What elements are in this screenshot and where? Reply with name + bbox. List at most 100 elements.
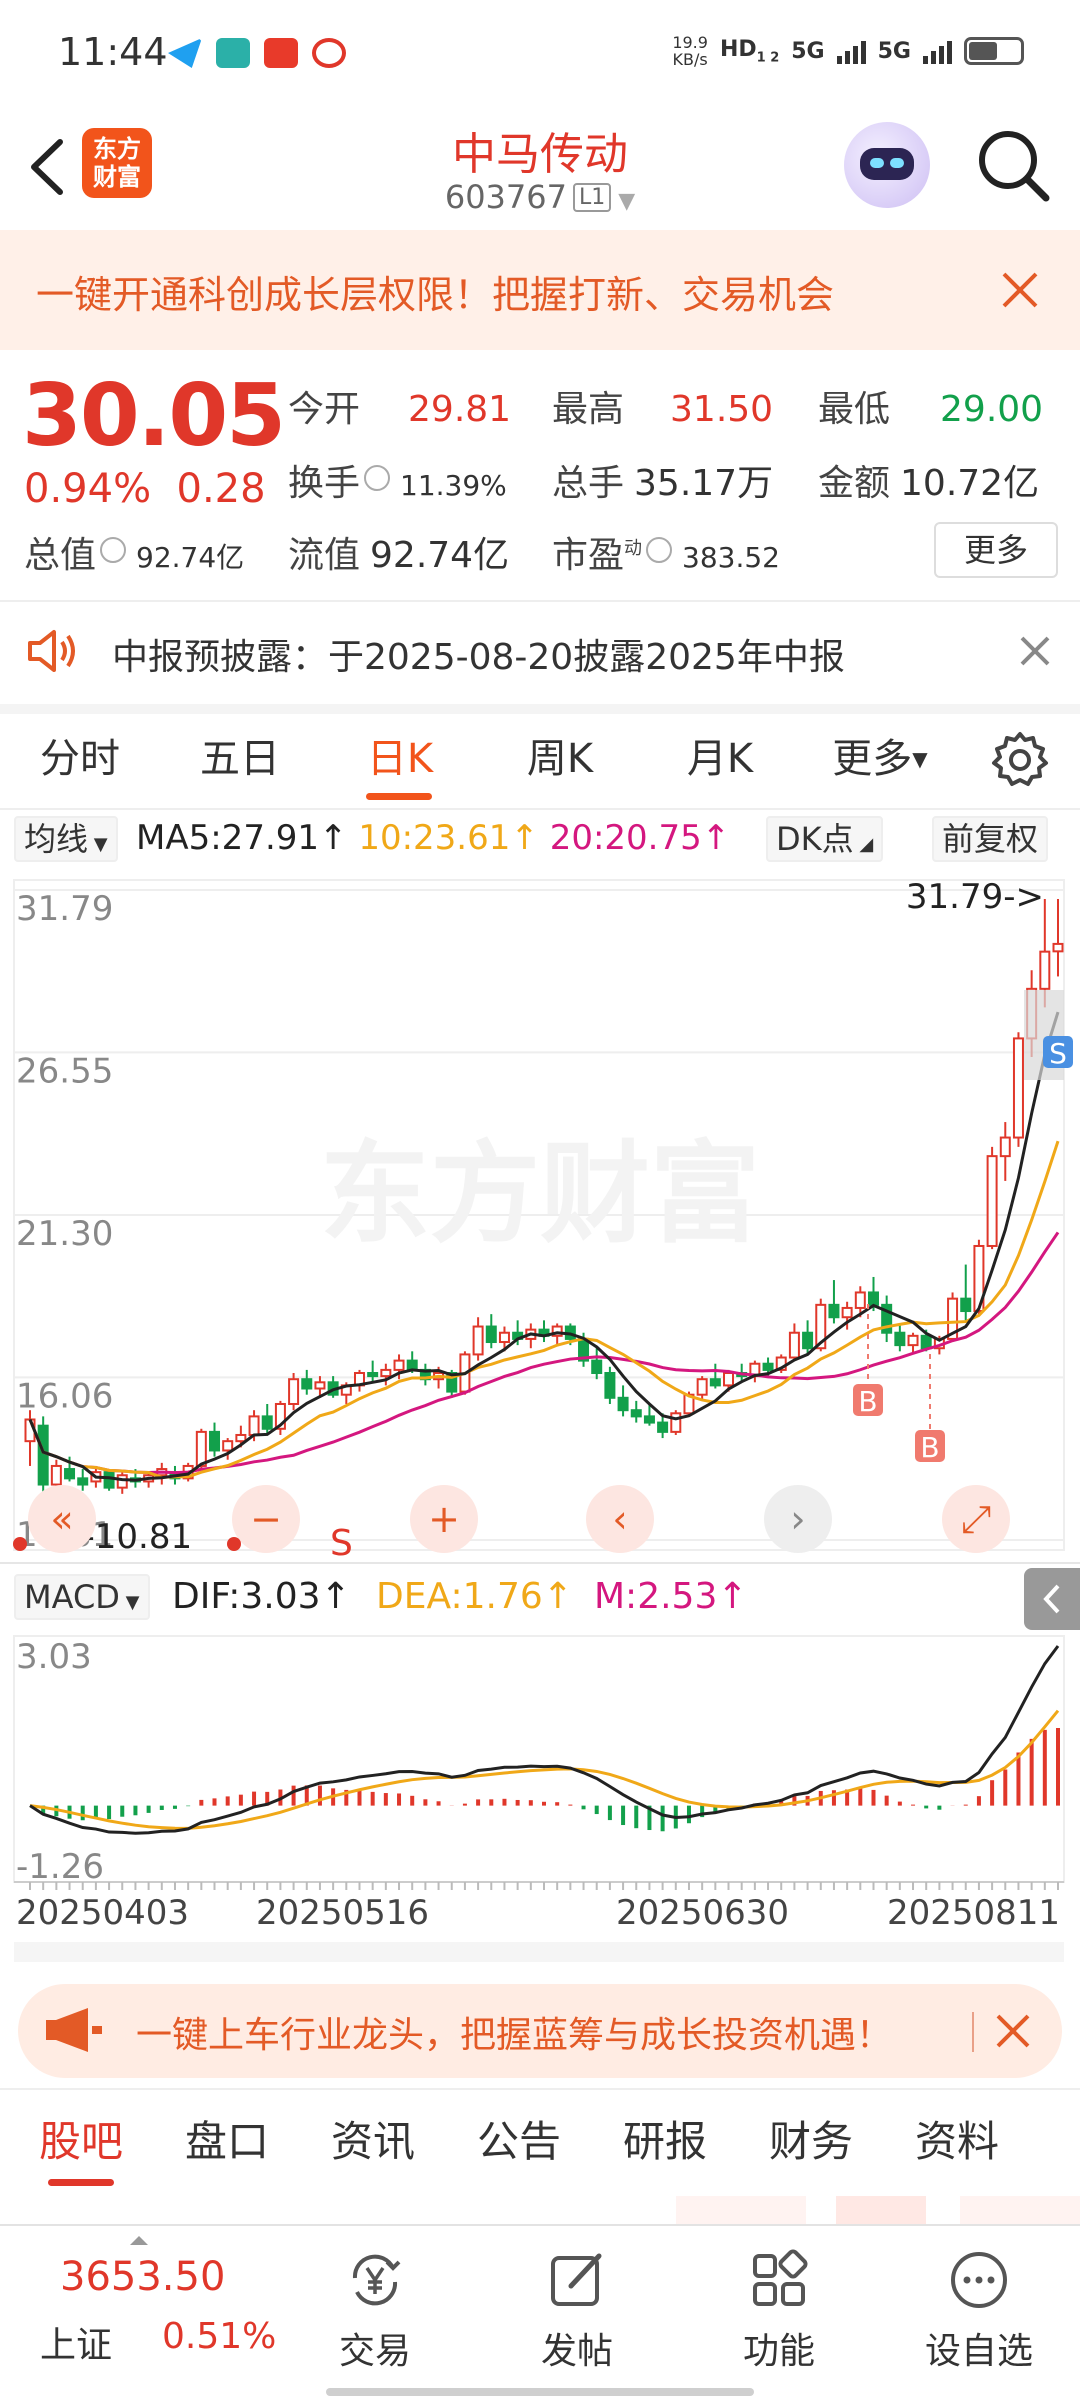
add-watchlist-button[interactable]: 设自选 [904, 2236, 1054, 2386]
promo-banner-2[interactable]: 一键上车行业龙头，把握蓝筹与成长投资机遇！ [18, 1984, 1062, 2078]
candle-body [261, 1415, 273, 1430]
robot-assistant-icon[interactable] [844, 122, 930, 208]
tab-monthly-k[interactable]: 月K [640, 712, 800, 808]
caret-down-icon: ▼ [912, 747, 928, 771]
chevron-down-icon: ▼ [611, 189, 636, 214]
candle-body [657, 1421, 669, 1433]
post-button[interactable]: 发帖 [502, 2236, 652, 2386]
macd-select[interactable]: MACD ▼ [14, 1574, 150, 1620]
content-peek [960, 2196, 1080, 2224]
pe-ratio: 市盈动 383.52 [552, 535, 780, 576]
macd-chart: 3.03-1.2620250403 20250516 20250630 2025081… [13, 1635, 1065, 1962]
zoom-out-icon[interactable]: − [250, 1497, 282, 1541]
close-icon[interactable] [990, 2008, 1036, 2054]
y-axis-label: 26.55 [16, 1051, 113, 1091]
index-change[interactable]: 0.51% [162, 2316, 276, 2357]
candle-body [867, 1291, 879, 1306]
y-axis-label: 31.79 [16, 889, 113, 929]
sell-marker: S [1049, 1037, 1067, 1070]
tab-profile[interactable]: 资料 [884, 2092, 1030, 2192]
promo-banner[interactable]: 一键开通科创成长层权限！把握打新、交易机会 [0, 230, 1080, 350]
tab-intraday[interactable]: 分时 [0, 712, 160, 808]
scroll-left-icon[interactable]: « [50, 1497, 73, 1541]
tab-announcements[interactable]: 公告 [446, 2092, 592, 2192]
more-dots-icon [951, 2252, 1007, 2308]
quote-panel: 30.05 0.94% 0.28 今开 29.81 最高 31.50 最低 29.00… [0, 350, 1080, 600]
candle-body [77, 1477, 89, 1486]
candle-body [103, 1471, 115, 1489]
message-app-icon [168, 38, 202, 68]
index-value[interactable]: 3653.50 [60, 2254, 225, 2300]
next-icon[interactable]: › [790, 1497, 805, 1541]
hd-badge: HD1 2 [719, 36, 780, 66]
max-price-marker: 31.79-> [906, 877, 1044, 917]
tab-finance[interactable]: 财务 [738, 2092, 884, 2192]
dk-point-button[interactable]: DK点 ◢ [766, 816, 884, 862]
macd-y-top: 3.03 [16, 1637, 92, 1677]
candle-body [894, 1331, 906, 1347]
search-icon[interactable] [974, 126, 1054, 206]
tab-five-day[interactable]: 五日 [160, 712, 320, 808]
candle-body [841, 1306, 853, 1319]
current-price: 30.05 [22, 366, 286, 466]
net-speed: 19.9 KB/s [672, 33, 708, 69]
candle-body [854, 1291, 866, 1309]
trade-button[interactable]: 交易 [300, 2236, 450, 2386]
adjust-button[interactable]: 前复权 [932, 816, 1049, 862]
signal-icon [836, 38, 866, 64]
index-name[interactable]: 上证 [40, 2316, 112, 2368]
content-peek [836, 2196, 926, 2224]
fullscreen-icon[interactable]: ⤢ [961, 1497, 991, 1541]
promo-text: 一键开通科创成长层权限！把握打新、交易机会 [36, 273, 835, 317]
level-badge: L1 [572, 183, 612, 212]
tab-more[interactable]: 更多▼ [800, 712, 960, 808]
candle-body [670, 1412, 682, 1433]
candle-body [50, 1464, 62, 1486]
candle-body [723, 1372, 735, 1387]
low-price: 最低 29.00 [818, 389, 1044, 430]
candle-body [828, 1303, 840, 1319]
close-icon[interactable] [1014, 630, 1056, 672]
caret-up-icon[interactable] [130, 2236, 148, 2245]
kline-chart[interactable]: 东方财富31.7926.5521.3016.0610.8131.79-><-10… [0, 872, 1080, 1562]
chart-period-tabs: 分时 五日 日K 周K 月K 更多▼ [0, 712, 1080, 808]
candle-body [1039, 950, 1051, 990]
candle-body [288, 1378, 300, 1405]
battery-icon [964, 37, 1024, 65]
candle-body [986, 1155, 998, 1247]
tab-forum[interactable]: 股吧 [8, 2092, 154, 2192]
bottom-bar: 3653.50 上证 0.51% 交易 发帖 功能 设自选 [0, 2224, 1080, 2400]
separator [972, 2012, 974, 2052]
network-5g-1: 5G [791, 38, 825, 64]
tab-research[interactable]: 研报 [592, 2092, 738, 2192]
info-icon[interactable] [364, 465, 391, 491]
megaphone-icon [46, 2008, 102, 2052]
dot-marker [227, 1537, 241, 1551]
prev-icon[interactable]: ‹ [612, 1497, 627, 1541]
more-quote-button[interactable]: 更多 [934, 522, 1058, 578]
zoom-in-icon[interactable]: + [428, 1497, 460, 1541]
divider [0, 808, 1080, 810]
clock: 11:44 [58, 30, 168, 74]
functions-button[interactable]: 功能 [704, 2236, 854, 2386]
notice-bar[interactable]: 中报预披露：于2025-08-20披露2025年中报 [0, 600, 1080, 700]
tab-news[interactable]: 资讯 [300, 2092, 446, 2192]
ma-select[interactable]: 均线 ▼ [14, 816, 118, 862]
collapse-panel-button[interactable] [1024, 1568, 1080, 1630]
m-value: M:2.53↑ [594, 1576, 748, 1617]
candle-body [630, 1409, 642, 1418]
candle-body [393, 1359, 405, 1371]
home-indicator[interactable] [326, 2388, 754, 2396]
close-icon[interactable] [990, 260, 1050, 320]
info-icon[interactable] [100, 537, 127, 563]
ma5-value: MA5:27.91↑ [136, 818, 348, 858]
info-icon[interactable] [646, 537, 673, 563]
macd-frame [13, 1635, 1065, 1883]
tab-weekly-k[interactable]: 周K [480, 712, 640, 808]
candle-body [696, 1378, 708, 1396]
gear-icon[interactable] [988, 728, 1052, 792]
tab-daily-k[interactable]: 日K [320, 712, 480, 808]
trade-amount: 金额 10.72亿 [818, 463, 1040, 504]
x-axis-date: 20250516 [256, 1893, 429, 1933]
tab-order-book[interactable]: 盘口 [154, 2092, 300, 2192]
